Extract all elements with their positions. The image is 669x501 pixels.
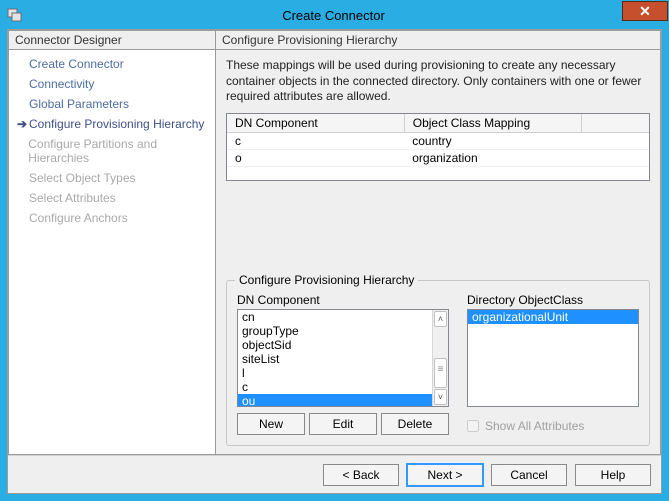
mapping-grid[interactable]: DN Component Object Class Mapping c coun… — [226, 113, 650, 181]
wizard-steps: ➔Create Connector ➔Connectivity ➔Global … — [9, 50, 215, 454]
instructions-text: These mappings will be used during provi… — [226, 58, 650, 105]
left-panel-header: Connector Designer — [9, 31, 215, 50]
list-item[interactable]: siteList — [238, 352, 432, 366]
dn-component-label: DN Component — [237, 293, 449, 309]
groupbox-legend: Configure Provisioning Hierarchy — [235, 273, 418, 287]
scroll-up-icon[interactable]: ˄ — [434, 311, 447, 327]
wizard-step-connectivity[interactable]: ➔Connectivity — [9, 74, 215, 94]
client-area: Connector Designer ➔Create Connector ➔Co… — [7, 29, 662, 494]
scroll-down-icon[interactable]: ˅ — [434, 389, 447, 405]
grid-header-dn[interactable]: DN Component — [227, 114, 404, 133]
wizard-step-configure-anchors: ➔Configure Anchors — [9, 208, 215, 228]
wizard-step-configure-provisioning-hierarchy[interactable]: ➔Configure Provisioning Hierarchy — [9, 114, 215, 134]
list-item[interactable]: objectSid — [238, 338, 432, 352]
wizard-step-global-parameters[interactable]: ➔Global Parameters — [9, 94, 215, 114]
list-item[interactable]: organizationalUnit — [468, 310, 638, 324]
grid-header-class[interactable]: Object Class Mapping — [404, 114, 581, 133]
close-button[interactable]: ✕ — [622, 1, 668, 21]
list-item[interactable]: c — [238, 380, 432, 394]
right-panel: Configure Provisioning Hierarchy These m… — [216, 30, 661, 455]
left-panel: Connector Designer ➔Create Connector ➔Co… — [8, 30, 216, 455]
table-row[interactable]: c country — [227, 132, 649, 149]
help-button[interactable]: Help — [575, 464, 651, 486]
objectclass-listbox[interactable]: organizationalUnit — [467, 309, 639, 407]
right-panel-header: Configure Provisioning Hierarchy — [216, 31, 660, 50]
delete-button[interactable]: Delete — [381, 413, 449, 435]
wizard-step-create-connector[interactable]: ➔Create Connector — [9, 54, 215, 74]
wizard-step-configure-partitions: ➔Configure Partitions and Hierarchies — [9, 134, 215, 168]
wizard-button-bar: < Back Next > Cancel Help — [8, 455, 661, 493]
wizard-step-select-object-types: ➔Select Object Types — [9, 168, 215, 188]
new-button[interactable]: New — [237, 413, 305, 435]
cancel-button[interactable]: Cancel — [491, 464, 567, 486]
list-item[interactable]: cn — [238, 310, 432, 324]
close-icon: ✕ — [639, 3, 651, 20]
show-all-attributes-label: Show All Attributes — [485, 419, 584, 433]
scroll-thumb[interactable] — [434, 358, 447, 388]
list-item[interactable]: ou — [238, 394, 432, 406]
show-all-attributes-checkbox[interactable] — [467, 420, 479, 432]
wizard-step-select-attributes: ➔Select Attributes — [9, 188, 215, 208]
back-button[interactable]: < Back — [323, 464, 399, 486]
list-item[interactable]: l — [238, 366, 432, 380]
window: Create Connector ✕ Connector Designer ➔C… — [0, 0, 669, 501]
table-row[interactable]: o organization — [227, 149, 649, 166]
list-item[interactable]: groupType — [238, 324, 432, 338]
titlebar[interactable]: Create Connector ✕ — [1, 1, 668, 29]
next-button[interactable]: Next > — [407, 464, 483, 486]
objectclass-label: Directory ObjectClass — [467, 293, 639, 309]
window-title: Create Connector — [29, 8, 668, 23]
configure-groupbox: Configure Provisioning Hierarchy DN Comp… — [226, 280, 650, 446]
dn-component-listbox[interactable]: cn groupType objectSid siteList l c ou — [237, 309, 449, 407]
grid-header-spacer — [581, 114, 649, 133]
edit-button[interactable]: Edit — [309, 413, 377, 435]
scrollbar[interactable]: ˄ ˅ — [432, 310, 448, 406]
app-icon — [7, 7, 23, 23]
